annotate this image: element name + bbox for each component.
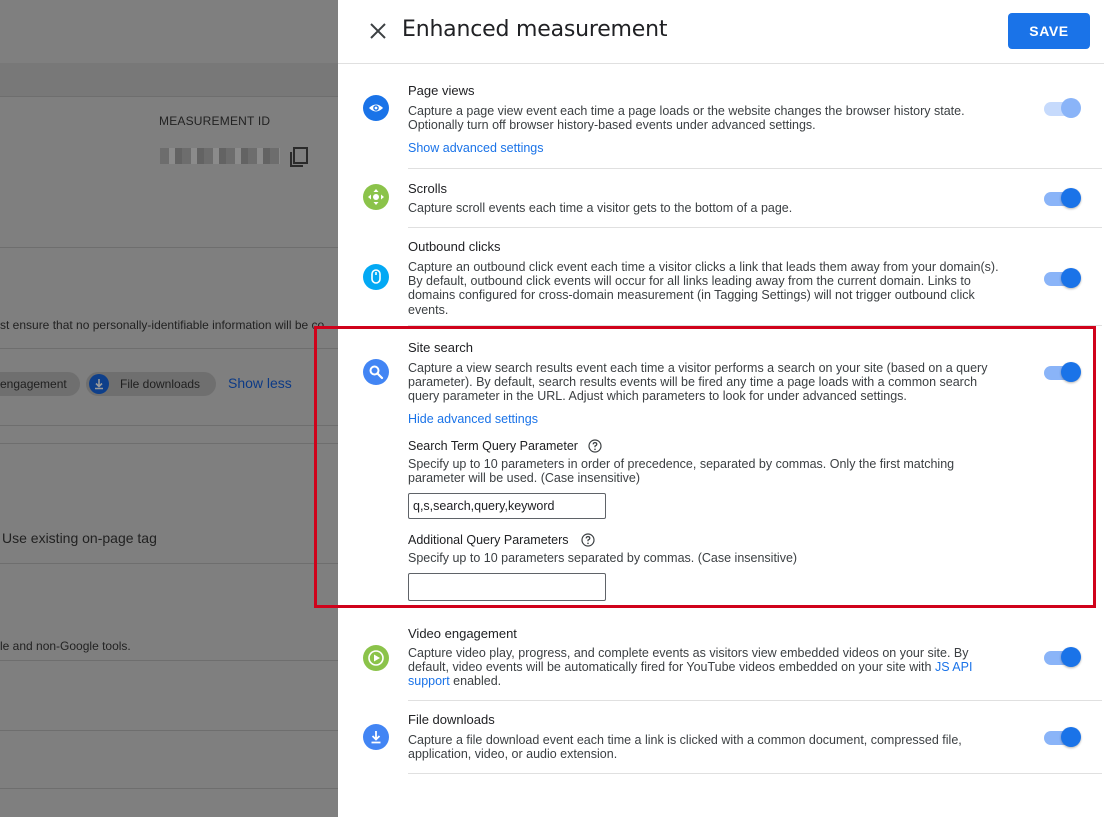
save-button[interactable]: SAVE <box>1008 13 1090 49</box>
drawer-title: Enhanced measurement <box>402 17 668 42</box>
chip-file-downloads: File downloads <box>86 372 216 396</box>
show-advanced-settings-link[interactable]: Show advanced settings <box>408 141 544 155</box>
setting-row-file-downloads: File downloads Capture a file download e… <box>338 701 1104 774</box>
measurement-id-value <box>160 148 280 164</box>
search-term-help-text: Specify up to 10 parameters in order of … <box>408 457 955 486</box>
setting-title: Outbound clicks <box>408 239 501 254</box>
chip-engagement-label: engagement <box>0 377 67 391</box>
setting-description: Capture a page view event each time a pa… <box>408 104 965 133</box>
video-engagement-toggle[interactable] <box>1044 646 1082 668</box>
scrolls-toggle[interactable] <box>1044 187 1082 209</box>
play-icon <box>363 645 389 671</box>
mouse-icon <box>363 264 389 290</box>
download-icon <box>89 374 109 394</box>
existing-tag-text: Use existing on-page tag <box>2 530 157 546</box>
additional-query-parameters-input[interactable] <box>408 573 606 601</box>
divider <box>0 730 338 731</box>
setting-title: Video engagement <box>408 626 517 641</box>
divider <box>0 788 338 789</box>
additional-parameters-help-text: Specify up to 10 parameters separated by… <box>408 551 798 565</box>
eye-icon <box>363 95 389 121</box>
chip-file-downloads-label: File downloads <box>120 377 201 391</box>
setting-title: Scrolls <box>408 181 448 196</box>
setting-row-page-views: Page views Capture a page view event eac… <box>338 64 1104 169</box>
file-downloads-toggle[interactable] <box>1044 726 1082 748</box>
setting-title: File downloads <box>408 712 495 727</box>
video-desc-text-end: enabled. <box>449 674 502 689</box>
setting-row-outbound-clicks: Outbound clicks Capture an outbound clic… <box>338 228 1104 326</box>
search-icon <box>363 359 389 385</box>
setting-description: Capture a file download event each time … <box>408 733 962 762</box>
setting-description: Capture scroll events each time a visito… <box>408 201 793 215</box>
divider <box>0 96 338 97</box>
setting-title: Site search <box>408 340 474 355</box>
divider <box>0 443 338 444</box>
chip-engagement: engagement <box>0 372 80 396</box>
drawer-header: Enhanced measurement SAVE <box>338 0 1104 64</box>
site-search-toggle[interactable] <box>1044 361 1082 383</box>
setting-description: Capture a view search results event each… <box>408 361 988 404</box>
divider <box>0 660 338 661</box>
divider <box>408 773 1102 774</box>
page-views-toggle[interactable] <box>1044 97 1082 119</box>
show-less-link[interactable]: Show less <box>228 375 292 391</box>
hide-advanced-settings-link[interactable]: Hide advanced settings <box>408 412 538 426</box>
close-icon[interactable] <box>368 21 388 41</box>
privacy-notice-text: st ensure that no personally-identifiabl… <box>0 318 325 332</box>
divider <box>0 425 338 426</box>
divider <box>0 247 338 248</box>
help-icon[interactable] <box>588 439 602 453</box>
background-header-strip <box>0 63 338 96</box>
tools-text: le and non-Google tools. <box>0 639 131 653</box>
scroll-icon <box>363 184 389 210</box>
setting-row-site-search: Site search Capture a view search result… <box>338 326 1104 612</box>
setting-description: Capture an outbound click event each tim… <box>408 260 999 317</box>
enhanced-measurement-drawer: Enhanced measurement SAVE Page views Cap… <box>338 0 1104 817</box>
outbound-clicks-toggle[interactable] <box>1044 267 1082 289</box>
setting-description: Capture video play, progress, and comple… <box>408 646 1008 689</box>
copy-icon[interactable] <box>288 146 310 168</box>
search-term-query-parameter-label: Search Term Query Parameter <box>408 439 578 453</box>
background-page: MEASUREMENT ID st ensure that no persona… <box>0 0 338 817</box>
video-desc-text: Capture video play, progress, and comple… <box>408 646 969 675</box>
download-icon <box>363 724 389 750</box>
divider <box>0 563 338 564</box>
setting-title: Page views <box>408 83 475 98</box>
divider <box>0 348 338 349</box>
setting-row-scrolls: Scrolls Capture scroll events each time … <box>338 169 1104 228</box>
setting-row-video-engagement: Video engagement Capture video play, pro… <box>338 612 1104 701</box>
additional-query-parameters-label: Additional Query Parameters <box>408 533 569 547</box>
search-term-query-parameter-input[interactable] <box>408 493 606 519</box>
help-icon[interactable] <box>581 533 595 547</box>
measurement-id-label: MEASUREMENT ID <box>159 114 271 128</box>
